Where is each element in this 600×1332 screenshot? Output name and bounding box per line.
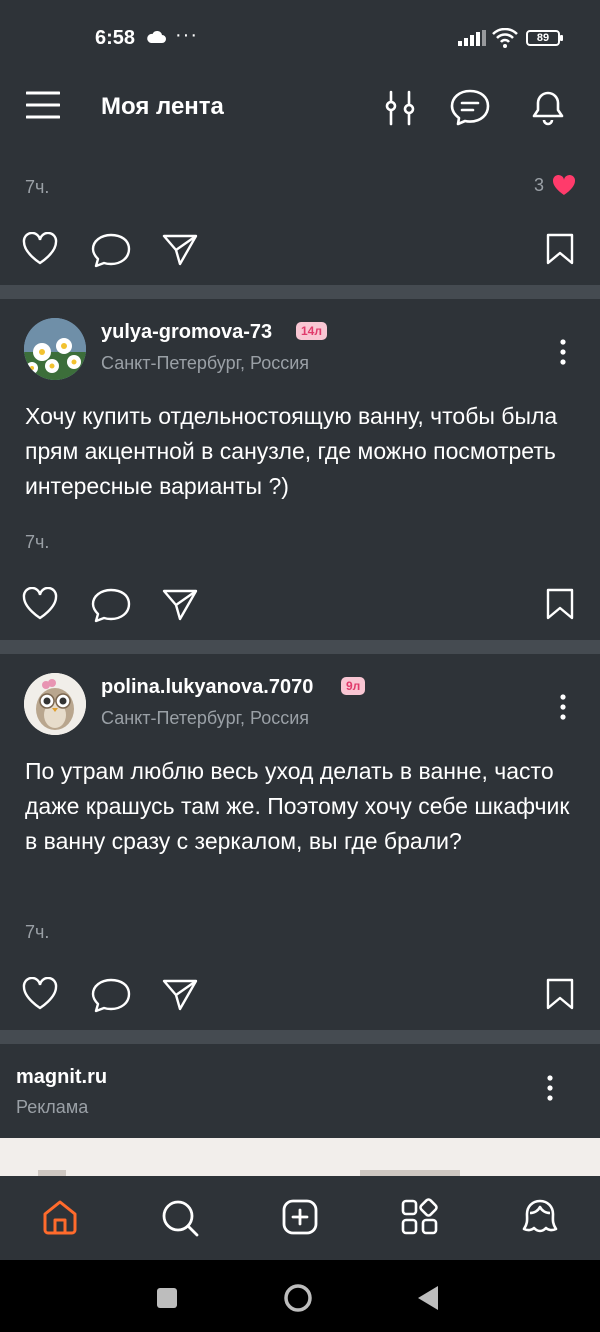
more-options-icon[interactable] — [540, 1074, 560, 1104]
avatar[interactable] — [24, 673, 86, 735]
cloud-icon — [146, 30, 166, 49]
age-badge: 9л — [341, 677, 366, 695]
chat-icon[interactable] — [449, 88, 491, 133]
post-text: По утрам люблю весь уход делать в ванне,… — [25, 758, 570, 854]
home-icon[interactable] — [41, 1198, 79, 1241]
filter-icon[interactable] — [382, 88, 418, 133]
more-options-icon[interactable] — [553, 693, 573, 723]
home-circle-icon[interactable] — [282, 1282, 314, 1319]
status-time: 6:58 — [95, 27, 136, 49]
post-actions — [0, 586, 600, 628]
likes-counter[interactable]: 3 — [534, 174, 576, 196]
bookmark-icon[interactable] — [545, 232, 575, 271]
menu-icon[interactable] — [25, 90, 61, 125]
post-actions — [0, 976, 600, 1018]
wifi-icon — [492, 27, 518, 53]
share-icon[interactable] — [162, 977, 198, 1016]
bookmark-icon[interactable] — [545, 587, 575, 626]
username[interactable]: polina.lukyanova.7070 — [101, 676, 313, 699]
divider — [0, 640, 600, 654]
like-icon[interactable] — [22, 976, 58, 1016]
page-title: Моя лента — [101, 93, 224, 120]
status-more-dots: ··· — [175, 24, 198, 46]
profile-icon[interactable] — [521, 1198, 559, 1243]
ad-image[interactable] — [0, 1138, 600, 1176]
username[interactable]: yulya-gromova-73 — [101, 321, 272, 344]
comment-icon[interactable] — [91, 587, 131, 628]
age-badge: 14л — [296, 322, 327, 340]
battery-icon: 89 — [526, 30, 563, 46]
post-text: Хочу купить отдельностоящую ванну, чтобы… — [25, 403, 558, 499]
avatar[interactable] — [24, 318, 86, 380]
share-icon[interactable] — [162, 587, 198, 626]
app-bar: Моя лента — [0, 76, 600, 140]
signal-icon — [458, 30, 486, 51]
ad-label: Реклама — [16, 1097, 89, 1117]
post-time: 7ч. — [25, 532, 50, 552]
ad-source[interactable]: magnit.ru — [16, 1066, 107, 1089]
bookmark-icon[interactable] — [545, 977, 575, 1016]
post-header: polina.lukyanova.7070 9л Санкт-Петербург… — [0, 670, 600, 740]
back-icon[interactable] — [416, 1284, 440, 1317]
post-header: yulya-gromova-73 14л Санкт-Петербург, Ро… — [0, 315, 600, 385]
add-icon[interactable] — [281, 1198, 319, 1241]
system-navigation-bar — [0, 1260, 600, 1332]
comment-icon[interactable] — [91, 977, 131, 1018]
post-time: 7ч. — [25, 922, 50, 942]
heart-filled-icon — [552, 174, 576, 195]
share-icon[interactable] — [162, 232, 198, 271]
user-location: Санкт-Петербург, Россия — [101, 708, 310, 728]
post-actions — [0, 231, 600, 273]
services-icon[interactable] — [400, 1198, 440, 1241]
like-icon[interactable] — [22, 586, 58, 626]
recents-icon[interactable] — [156, 1287, 178, 1314]
search-icon[interactable] — [160, 1198, 200, 1243]
user-location: Санкт-Петербург, Россия — [101, 353, 310, 373]
post-time: 7ч. — [25, 177, 50, 197]
divider — [0, 285, 600, 299]
bottom-navigation — [0, 1176, 600, 1260]
divider — [0, 1030, 600, 1044]
like-icon[interactable] — [22, 231, 58, 271]
likes-count: 3 — [533, 174, 544, 195]
status-bar: 6:58 ··· 89 — [0, 0, 600, 76]
bell-icon[interactable] — [528, 88, 568, 133]
more-options-icon[interactable] — [553, 338, 573, 368]
comment-icon[interactable] — [91, 232, 131, 273]
